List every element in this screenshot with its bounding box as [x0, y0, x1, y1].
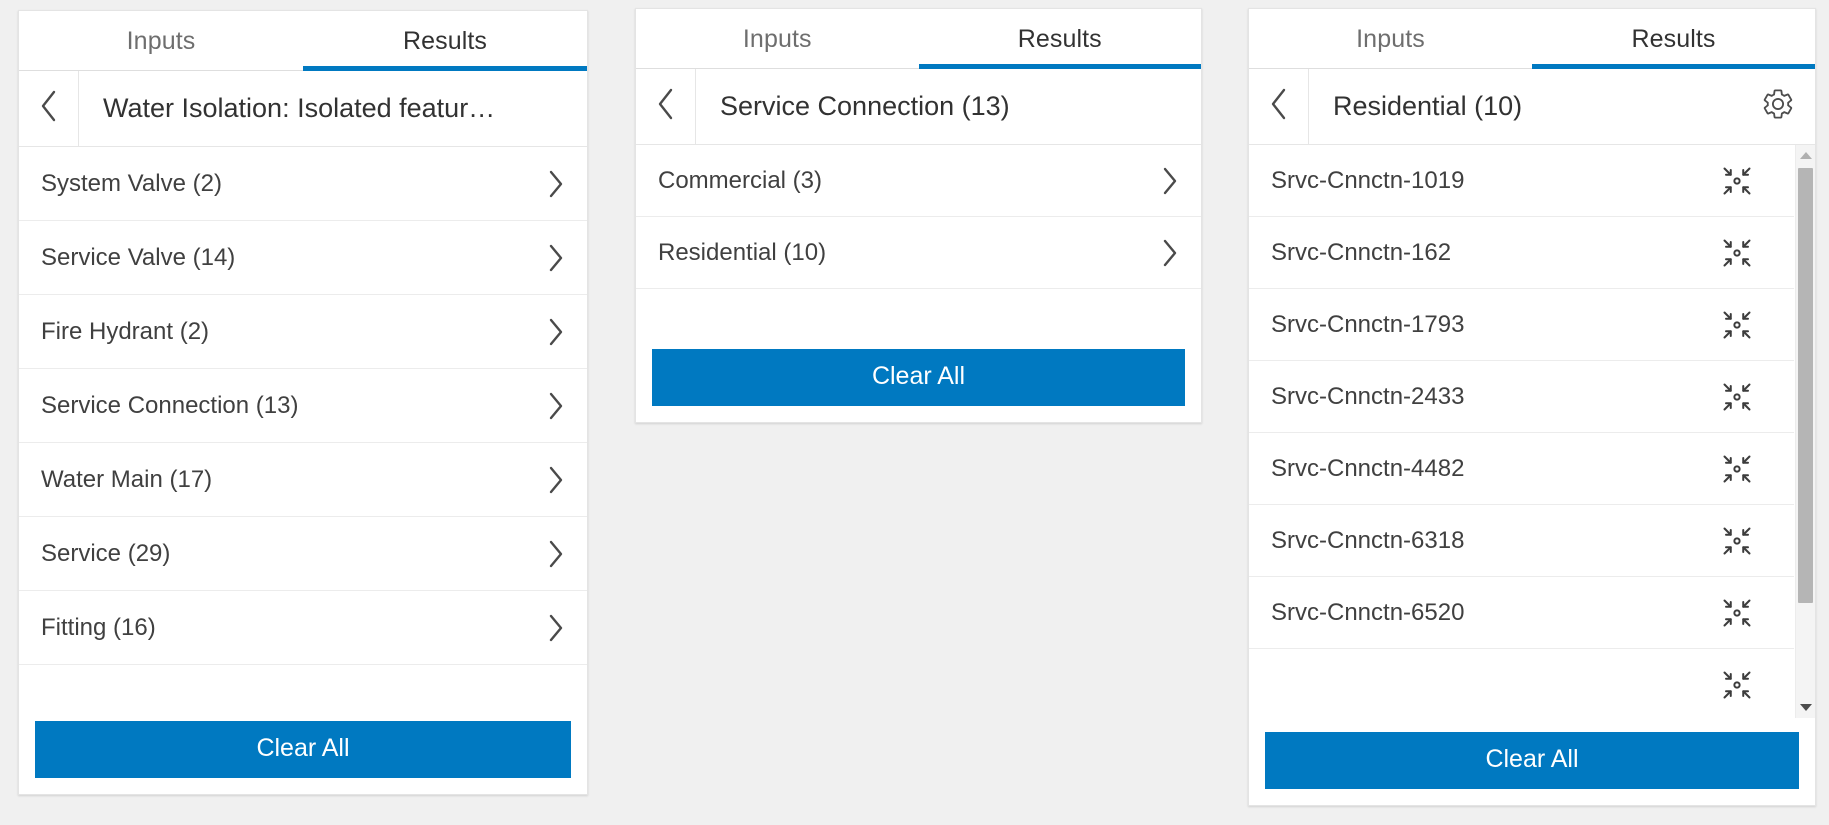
chevron-right-icon: [547, 465, 565, 495]
list-item[interactable]: Residential (10): [636, 217, 1201, 289]
back-button[interactable]: [1249, 69, 1309, 144]
back-button[interactable]: [636, 69, 696, 144]
list-item[interactable]: Fire Hydrant (2): [19, 295, 587, 369]
chevron-right-icon: [547, 169, 565, 199]
caret-up-icon: [1799, 151, 1812, 159]
list-item[interactable]: Srvc-Cnnctn-6318: [1249, 505, 1794, 577]
panel-header-residential: Residential (10): [1249, 69, 1815, 145]
list-item[interactable]: Service Valve (14): [19, 221, 587, 295]
panel-footer: Clear All: [19, 706, 587, 794]
caret-down-icon: [1799, 704, 1812, 711]
zoom-to-icon[interactable]: [1722, 310, 1752, 340]
chevron-right-icon: [1161, 238, 1179, 268]
page-title: Water Isolation: Isolated featur…: [103, 93, 496, 123]
zoom-to-icon[interactable]: [1722, 526, 1752, 556]
list-item-label: Service Valve (14): [41, 243, 236, 271]
list-item-label: Fire Hydrant (2): [41, 317, 210, 345]
tabs-water-isolation: Inputs Results: [19, 11, 587, 71]
panel-water-isolation: Inputs Results Water Isolation: Isolated…: [18, 10, 588, 795]
chevron-right-icon: [547, 539, 565, 569]
tab-inputs[interactable]: Inputs: [636, 9, 919, 68]
list-item[interactable]: Service (29): [19, 517, 587, 591]
list-item[interactable]: Srvc-Cnnctn-1019: [1249, 145, 1794, 217]
list-item-label: Water Main (17): [41, 465, 213, 493]
list-item[interactable]: Srvc-Cnnctn-6520: [1249, 577, 1794, 649]
list-item-label: Srvc-Cnnctn-1019: [1271, 166, 1465, 194]
back-button[interactable]: [19, 71, 79, 146]
list-item-label: Srvc-Cnnctn-2433: [1271, 382, 1465, 410]
clear-all-button[interactable]: Clear All: [1265, 731, 1799, 789]
list-item[interactable]: Srvc-Cnnctn-162: [1249, 217, 1794, 289]
zoom-to-icon[interactable]: [1722, 382, 1752, 412]
list-item[interactable]: Commercial (3): [636, 145, 1201, 217]
screen: Inputs Results Water Isolation: Isolated…: [0, 0, 1829, 825]
chevron-left-icon: [39, 89, 59, 128]
list-item-label: Residential (10): [658, 238, 827, 266]
clear-all-button[interactable]: Clear All: [652, 348, 1185, 406]
tabs-service-connection: Inputs Results: [636, 9, 1201, 69]
result-list: System Valve (2) Service Valve (14) Fire…: [19, 147, 587, 665]
zoom-to-icon[interactable]: [1722, 454, 1752, 484]
result-list-container: Commercial (3) Residential (10): [636, 145, 1201, 335]
tab-results[interactable]: Results: [1532, 9, 1815, 69]
gear-icon: [1761, 87, 1795, 126]
zoom-to-icon[interactable]: [1722, 598, 1752, 628]
list-item-label: Service Connection (13): [41, 391, 299, 419]
chevron-right-icon: [547, 613, 565, 643]
list-item-label: Srvc-Cnnctn-1793: [1271, 310, 1465, 338]
list-item[interactable]: Water Main (17): [19, 443, 587, 517]
result-list: Commercial (3) Residential (10): [636, 145, 1201, 289]
result-list-container: Srvc-Cnnctn-1019 Srvc-Cnnctn-162 Srvc-Cn…: [1249, 145, 1815, 718]
panel-footer: Clear All: [636, 334, 1201, 422]
page-title: Residential (10): [1333, 91, 1523, 121]
list-item-label: System Valve (2): [41, 169, 222, 197]
list-item-label: Fitting (16): [41, 613, 156, 641]
panel-footer: Clear All: [1249, 717, 1815, 805]
chevron-right-icon: [547, 391, 565, 421]
chevron-right-icon: [547, 317, 565, 347]
tab-inputs[interactable]: Inputs: [19, 11, 303, 70]
scroll-up-button[interactable]: [1796, 146, 1815, 164]
list-item[interactable]: Srvc-Cnnctn-4482: [1249, 433, 1794, 505]
chevron-left-icon: [1269, 87, 1289, 126]
tab-inputs[interactable]: Inputs: [1249, 9, 1532, 68]
panel-residential: Inputs Results Residential (10) Srvc-Cnn…: [1248, 8, 1816, 806]
list-item[interactable]: [1249, 649, 1794, 718]
list-item-label: Srvc-Cnnctn-4482: [1271, 454, 1465, 482]
list-item[interactable]: Srvc-Cnnctn-1793: [1249, 289, 1794, 361]
list-item-label: Commercial (3): [658, 166, 823, 194]
clear-all-button[interactable]: Clear All: [35, 720, 571, 778]
list-item[interactable]: System Valve (2): [19, 147, 587, 221]
page-title: Service Connection (13): [720, 91, 1010, 121]
panel-service-connection: Inputs Results Service Connection (13) C…: [635, 8, 1202, 423]
list-item-label: Service (29): [41, 539, 171, 567]
result-list: Srvc-Cnnctn-1019 Srvc-Cnnctn-162 Srvc-Cn…: [1249, 145, 1815, 718]
tab-results[interactable]: Results: [303, 11, 587, 71]
scroll-down-button[interactable]: [1796, 699, 1815, 717]
list-item[interactable]: Srvc-Cnnctn-2433: [1249, 361, 1794, 433]
scrollbar-thumb[interactable]: [1798, 167, 1813, 603]
chevron-right-icon: [547, 243, 565, 273]
zoom-to-icon[interactable]: [1722, 670, 1752, 700]
zoom-to-icon[interactable]: [1722, 166, 1752, 196]
list-item[interactable]: Service Connection (13): [19, 369, 587, 443]
vertical-scrollbar[interactable]: [1795, 145, 1815, 718]
tab-results[interactable]: Results: [918, 9, 1202, 69]
list-item-label: Srvc-Cnnctn-162: [1271, 238, 1452, 266]
panel-header-service-connection: Service Connection (13): [636, 69, 1201, 145]
list-item-label: Srvc-Cnnctn-6520: [1271, 598, 1465, 626]
tabs-residential: Inputs Results: [1249, 9, 1815, 69]
zoom-to-icon[interactable]: [1722, 238, 1752, 268]
panel-header-water-isolation: Water Isolation: Isolated featur…: [19, 71, 587, 147]
list-item[interactable]: Fitting (16): [19, 591, 587, 665]
list-item-label: Srvc-Cnnctn-6318: [1271, 526, 1465, 554]
chevron-right-icon: [1161, 166, 1179, 196]
result-list-container: System Valve (2) Service Valve (14) Fire…: [19, 147, 587, 707]
chevron-left-icon: [656, 87, 676, 126]
settings-button[interactable]: [1741, 69, 1815, 144]
